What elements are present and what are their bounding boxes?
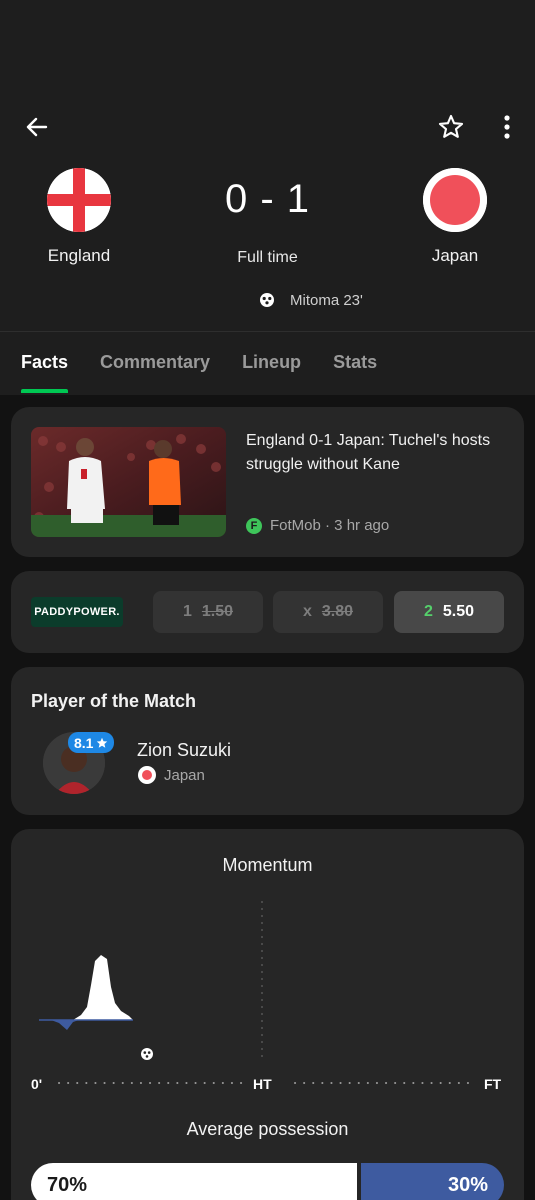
player-team: Japan: [138, 766, 205, 784]
news-card[interactable]: England 0-1 Japan: Tuchel's hosts strugg…: [11, 407, 524, 557]
odds-home-button[interactable]: 1 1.50: [153, 591, 263, 633]
back-button[interactable]: [20, 110, 54, 144]
momentum-england-area: [73, 955, 133, 1020]
news-title: England 0-1 Japan: Tuchel's hosts strugg…: [246, 432, 491, 473]
player-team-label: Japan: [164, 766, 205, 784]
favorite-button[interactable]: [434, 110, 468, 144]
japan-flag-icon: [138, 766, 156, 784]
odds-away-button[interactable]: 2 5.50: [394, 591, 504, 633]
header-divider: [0, 331, 535, 332]
japan-flag-icon: [423, 168, 487, 232]
active-tab-indicator: [21, 389, 69, 393]
away-team-name: Japan: [431, 246, 479, 265]
odds-away-label: 2: [423, 603, 433, 620]
tab-facts[interactable]: Facts: [21, 352, 69, 393]
more-options-button[interactable]: [490, 110, 524, 144]
momentum-title: Momentum: [222, 855, 313, 875]
player-name: Zion Suzuki: [137, 740, 232, 760]
player-rating: 8.1: [74, 734, 94, 751]
possession-title: Average possession: [186, 1119, 349, 1139]
goal-event: Mitoma 23': [258, 291, 363, 309]
arrow-left-icon: [26, 117, 48, 137]
news-source-label: FotMob · 3 hr ago: [270, 517, 390, 534]
odds-draw-button[interactable]: x 3.80: [273, 591, 383, 633]
news-source: F FotMob · 3 hr ago: [246, 517, 389, 534]
paddypower-logo[interactable]: PADDYPOWER.: [31, 597, 123, 627]
timeline-half: HT: [253, 1076, 272, 1092]
tab-stats-label: Stats: [333, 352, 378, 372]
odds-home-value: 1.50: [201, 603, 234, 620]
news-thumbnail: [31, 427, 226, 537]
odds-away-value: 5.50: [442, 603, 475, 620]
tab-lineup-label: Lineup: [242, 352, 302, 372]
momentum-chart: [39, 901, 263, 1059]
away-team[interactable]: Japan: [390, 168, 520, 266]
match-tabs: Facts Commentary Lineup Stats: [21, 352, 377, 393]
more-vertical-icon: [504, 115, 510, 139]
fotmob-logo-icon: F: [246, 517, 262, 534]
momentum-card: Momentum 0' HT FT Average possession 70%…: [11, 829, 524, 1200]
facts-content: England 0-1 Japan: Tuchel's hosts strugg…: [0, 395, 535, 1200]
odds-draw-value: 3.80: [321, 603, 354, 620]
football-icon: [260, 293, 274, 307]
possession-away-bar: 30%: [361, 1163, 504, 1200]
tab-commentary-label: Commentary: [100, 352, 211, 372]
tab-commentary[interactable]: Commentary: [100, 352, 210, 373]
match-header: England 0 - 1 Full time Japan Mitoma 23'…: [0, 0, 535, 395]
star-icon: [438, 114, 464, 138]
rating-star-icon: [97, 737, 108, 748]
timeline-second-half: [294, 1082, 470, 1084]
odds-home-label: 1: [182, 603, 192, 620]
goal-marker-icon: [141, 1048, 153, 1060]
momentum-japan-area: [39, 1020, 79, 1030]
odds-card: PADDYPOWER. 1 1.50 x 3.80 2 5.50: [11, 571, 524, 653]
timeline-end: FT: [484, 1076, 502, 1092]
goal-scorer: Mitoma 23': [290, 291, 363, 309]
tab-facts-label: Facts: [21, 352, 69, 372]
player-rating-badge: 8.1: [68, 732, 115, 753]
timeline-start: 0': [31, 1076, 43, 1092]
tab-stats[interactable]: Stats: [333, 352, 377, 373]
timeline-first-half: [58, 1082, 244, 1084]
player-of-the-match-card[interactable]: Player of the Match 8.1 Zion Suzuki Japa…: [11, 667, 524, 815]
potm-title: Player of the Match: [31, 691, 197, 711]
odds-draw-label: x: [302, 603, 312, 620]
tab-lineup[interactable]: Lineup: [242, 352, 301, 373]
possession-home-bar: 70%: [31, 1163, 357, 1200]
